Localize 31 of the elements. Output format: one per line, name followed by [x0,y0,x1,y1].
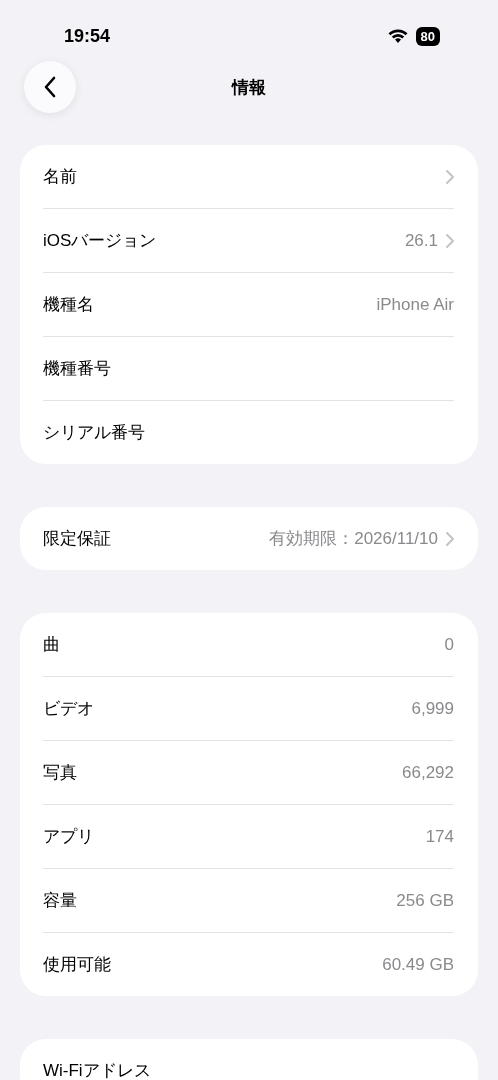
row-value: 26.1 [404,230,438,251]
row-label: アプリ [43,826,94,848]
row-label[interactable]: 名前 [43,165,77,188]
row-value: 6,999 [411,698,454,719]
chevron-icon [446,169,454,184]
row-label: Wi-Fiアドレス [43,1060,151,1080]
row-label: 写真 [43,762,77,784]
chevron-icon [446,233,454,248]
row-value: 66,292 [402,762,454,783]
row-label[interactable]: iOSバージョン [43,229,157,252]
wifi-icon [387,29,408,44]
row-label: 使用可能 [43,954,111,976]
row-value: iPhone Air [376,294,454,315]
row-value: 174 [425,826,454,847]
row-label: 機種番号 [43,358,111,380]
row-value: 有効期限：2026/11/10 [269,528,438,550]
row-label[interactable]: 限定保証 [43,527,111,550]
row-label: ビデオ [43,698,94,720]
row-value: 0 [444,634,454,655]
row-label: シリアル番号 [43,422,145,444]
row-label: 機種名 [43,294,94,316]
row-value: 256 GB [396,890,454,911]
page-title: 情報 [232,76,266,99]
chevron-icon [446,531,454,546]
row-label: 曲 [43,634,60,656]
row-value: 60.49 GB [382,954,454,975]
row-label: 容量 [43,890,77,912]
battery-level: 80 [415,27,440,46]
back-chevron-icon [44,76,56,98]
status-time: 19:54 [64,26,111,47]
back-button[interactable] [24,61,76,113]
